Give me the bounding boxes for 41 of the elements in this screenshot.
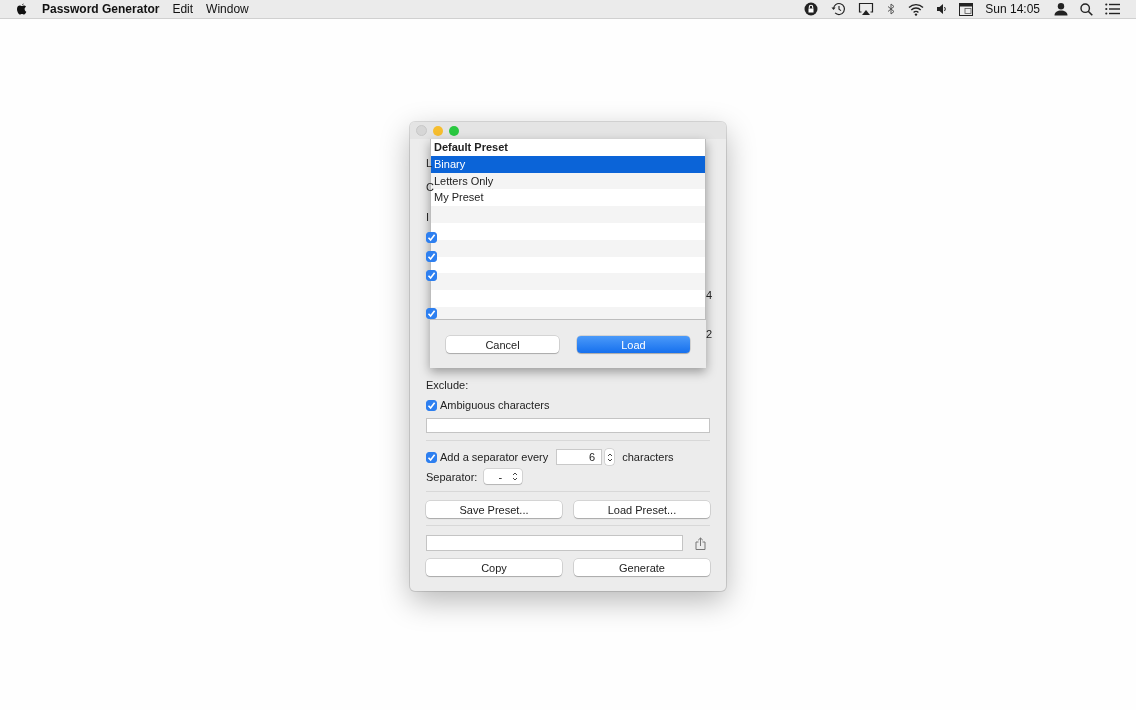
stepper[interactable] (605, 449, 615, 465)
chevrons-icon (512, 471, 519, 482)
partial-label: C (426, 181, 434, 194)
speaker-icon[interactable] (936, 3, 948, 15)
partial-label: I (426, 211, 430, 224)
chevrons-icon (606, 451, 613, 463)
lock-icon[interactable] (804, 2, 819, 16)
partial-label: L (426, 157, 433, 170)
separator-label: Separator: (426, 470, 478, 483)
clock[interactable]: Sun 14:05 (985, 2, 1040, 16)
save-preset-button[interactable]: Save Preset... (426, 501, 562, 518)
calendar-icon[interactable] (959, 2, 974, 16)
unit-label: characters (622, 451, 674, 463)
load-button[interactable]: Load (577, 336, 690, 353)
airplay-icon[interactable] (858, 2, 875, 16)
list-icon[interactable] (1105, 3, 1120, 15)
count-field[interactable]: 6 (556, 449, 603, 465)
exclude-field[interactable] (426, 418, 710, 433)
menu-item[interactable]: Edit (172, 2, 194, 16)
partial-value: 2 (706, 328, 710, 341)
partial-value: 4 (706, 289, 710, 302)
copy-button[interactable]: Copy (426, 559, 562, 576)
apple-logo-icon[interactable] (16, 2, 28, 16)
bluetooth-icon[interactable] (886, 2, 897, 16)
generate-button[interactable]: Generate (574, 559, 710, 576)
checkbox[interactable] (426, 451, 437, 463)
history-icon[interactable] (830, 2, 847, 16)
app-menu[interactable]: Password Generator (42, 2, 160, 16)
search-icon[interactable] (1080, 2, 1093, 16)
cancel-button[interactable]: Cancel (446, 336, 559, 353)
separator-popup[interactable]: - (484, 469, 523, 484)
load-preset-button[interactable]: Load Preset... (574, 501, 710, 518)
menu-item[interactable]: Window (206, 2, 249, 16)
password-field[interactable] (426, 535, 683, 551)
wifi-icon[interactable] (908, 2, 925, 16)
checkbox[interactable] (426, 399, 437, 411)
checkbox-label: Add a separator every (440, 451, 549, 463)
share-icon[interactable] (695, 536, 706, 550)
checkbox-label: Ambiguous characters (440, 399, 550, 411)
section-label: Exclude: (426, 378, 470, 392)
user-icon[interactable] (1054, 2, 1068, 16)
